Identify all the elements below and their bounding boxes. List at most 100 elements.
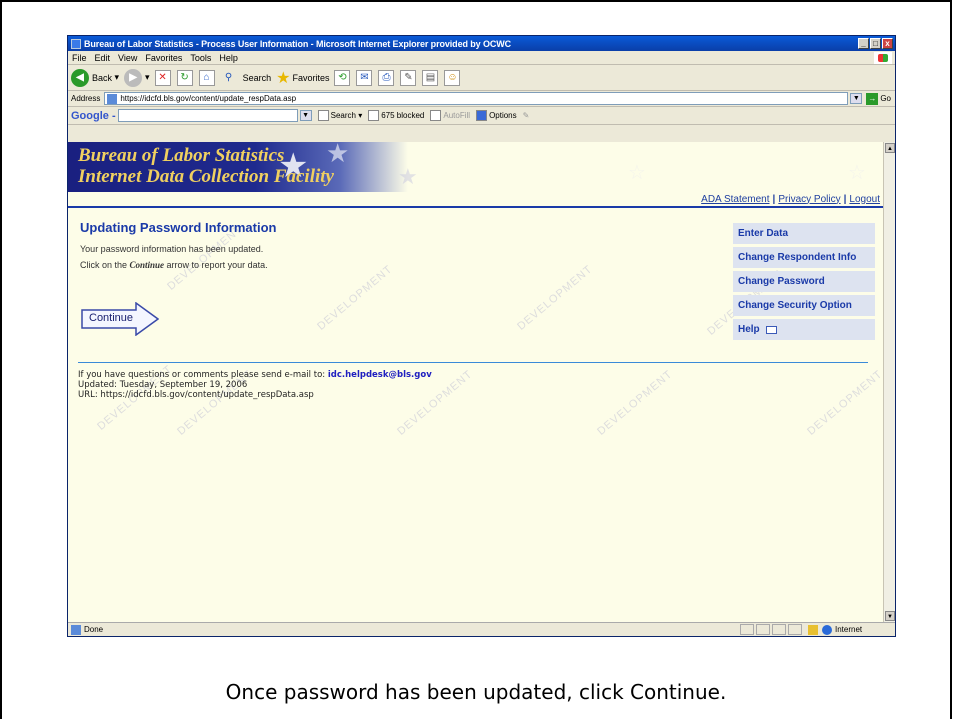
divider xyxy=(78,362,868,363)
google-logo[interactable]: Google - xyxy=(71,110,116,122)
page-icon xyxy=(107,93,118,104)
search-icon: ⚲ xyxy=(224,72,233,83)
home-icon[interactable]: ⌂ xyxy=(198,69,215,86)
updated-message: Your password information has been updat… xyxy=(80,244,264,254)
banner-title-line2: Internet Data Collection Facility xyxy=(78,166,334,187)
stop-icon[interactable]: ✕ xyxy=(154,69,171,86)
window-title: Bureau of Labor Statistics - Process Use… xyxy=(84,38,512,49)
address-input[interactable]: https://idcfd.bls.gov/content/update_res… xyxy=(104,92,849,105)
star-icon: ★ xyxy=(398,164,418,189)
messenger-icon[interactable]: ☺ xyxy=(444,69,461,86)
nav-enter-data[interactable]: Enter Data xyxy=(733,223,875,244)
browser-window: Bureau of Labor Statistics - Process Use… xyxy=(67,35,896,637)
mail-icon[interactable]: ✉ xyxy=(356,69,373,86)
refresh-icon[interactable]: ↻ xyxy=(176,69,193,86)
help-window-icon xyxy=(765,325,777,334)
instruction-pre: Click on the xyxy=(80,260,130,270)
options-button[interactable]: Options xyxy=(476,110,517,121)
helpdesk-email-link[interactable]: idc.helpdesk@bls.gov xyxy=(328,370,432,380)
minimize-button[interactable]: _ xyxy=(858,38,869,49)
nav-label: Help xyxy=(738,324,760,335)
star-icon: ★ xyxy=(326,142,350,168)
menu-tools[interactable]: Tools xyxy=(190,53,211,63)
nav-change-password[interactable]: Change Password xyxy=(733,271,875,292)
favorites-label: Favorites xyxy=(292,72,330,83)
google-search-button[interactable]: Search ▾ xyxy=(317,110,362,121)
go-arrow-icon: → xyxy=(866,92,879,105)
status-text: Done xyxy=(84,625,104,634)
options-icon xyxy=(476,110,488,121)
menu-edit[interactable]: Edit xyxy=(95,53,111,63)
nav-label: Change Respondent Info xyxy=(738,252,857,263)
forward-button[interactable]: ▶ ▾ xyxy=(124,68,150,87)
nav-change-respondent-info[interactable]: Change Respondent Info xyxy=(733,247,875,268)
menu-help[interactable]: Help xyxy=(219,53,238,63)
watermark: DEVELOPMENT xyxy=(805,368,885,438)
discuss-icon[interactable]: ▤ xyxy=(422,69,439,86)
internet-zone-icon xyxy=(822,624,832,635)
history-icon[interactable]: ⟲ xyxy=(334,69,351,86)
close-button[interactable]: x xyxy=(882,38,893,49)
pencil-icon[interactable]: ✎ xyxy=(523,111,530,120)
address-dropdown-icon[interactable]: ▼ xyxy=(850,93,863,104)
footer-url: URL: https://idcfd.bls.gov/content/updat… xyxy=(78,390,314,400)
google-search-icon xyxy=(317,110,329,121)
toolbar: ◀ Back ▾ ▶ ▾ ✕ ↻ ⌂ ⚲ Search ★ Favorites ⟲… xyxy=(68,65,895,91)
link-separator: | xyxy=(843,193,847,205)
google-toolbar: Google - ▼ Search ▾ 675 blocked AutoFill… xyxy=(68,107,895,125)
popup-blocker-button[interactable]: 675 blocked xyxy=(368,110,424,121)
vertical-scrollbar[interactable]: ▲ ▼ xyxy=(883,142,895,622)
google-dropdown-icon[interactable]: ▼ xyxy=(299,110,312,121)
logout-link[interactable]: Logout xyxy=(849,194,880,205)
menu-favorites[interactable]: Favorites xyxy=(145,53,182,63)
scroll-down-icon[interactable]: ▼ xyxy=(885,611,895,621)
status-bar: Done Internet xyxy=(68,622,895,636)
google-search-input[interactable] xyxy=(117,109,298,122)
popup-blocked-label: 675 blocked xyxy=(381,111,425,120)
popup-blocked-icon xyxy=(368,110,380,121)
address-bar: Address https://idcfd.bls.gov/content/up… xyxy=(68,91,895,107)
bls-banner: ★ ★ ★ ☆ ☆ Bureau of Labor Statistics Int… xyxy=(68,142,885,192)
back-button[interactable]: ◀ Back ▾ xyxy=(71,68,119,87)
address-label: Address xyxy=(71,94,101,103)
search-button[interactable]: ⚲ Search xyxy=(221,70,271,86)
favorites-button[interactable]: ★ Favorites xyxy=(276,68,329,88)
edit-icon[interactable]: ✎ xyxy=(400,69,417,86)
nav-label: Change Security Option xyxy=(738,300,852,311)
options-label: Options xyxy=(489,111,517,120)
print-icon[interactable]: ⎙ xyxy=(378,69,395,86)
status-cell xyxy=(772,624,786,635)
autofill-icon xyxy=(430,110,442,121)
star-icon: ☆ xyxy=(848,162,866,184)
instruction-post: arrow to report your data. xyxy=(164,260,268,270)
menu-file[interactable]: File xyxy=(72,53,87,63)
nav-label: Enter Data xyxy=(738,228,789,239)
status-cell xyxy=(740,624,754,635)
footer-contact-text: If you have questions or comments please… xyxy=(78,370,328,380)
nav-help[interactable]: Help xyxy=(733,319,875,340)
back-arrow-icon: ◀ xyxy=(71,68,89,87)
footer-updated: Updated: Tuesday, September 19, 2006 xyxy=(78,380,248,390)
back-label: Back xyxy=(92,72,113,83)
privacy-policy-link[interactable]: Privacy Policy xyxy=(778,194,840,205)
scroll-up-icon[interactable]: ▲ xyxy=(885,143,895,153)
continue-button[interactable]: Continue xyxy=(81,302,159,336)
main-column: Updating Password Information Your passw… xyxy=(80,220,640,276)
zone-label: Internet xyxy=(835,625,863,634)
maximize-button[interactable]: □ xyxy=(870,38,881,49)
banner-title-line1: Bureau of Labor Statistics xyxy=(78,145,285,166)
go-button[interactable]: → Go xyxy=(866,92,891,105)
nav-change-security-option[interactable]: Change Security Option xyxy=(733,295,875,316)
lock-icon xyxy=(808,624,818,635)
menu-view[interactable]: View xyxy=(118,53,137,63)
autofill-label: AutoFill xyxy=(443,111,471,120)
status-cell xyxy=(756,624,770,635)
go-label: Go xyxy=(880,94,891,103)
ada-statement-link[interactable]: ADA Statement xyxy=(701,194,769,205)
side-nav: Enter Data Change Respondent Info Change… xyxy=(733,223,875,343)
autofill-button[interactable]: AutoFill xyxy=(430,110,470,121)
watermark: DEVELOPMENT xyxy=(595,368,675,438)
ie-icon xyxy=(71,38,81,49)
google-search-label: Search xyxy=(330,111,356,120)
page-heading: Updating Password Information xyxy=(80,220,277,235)
